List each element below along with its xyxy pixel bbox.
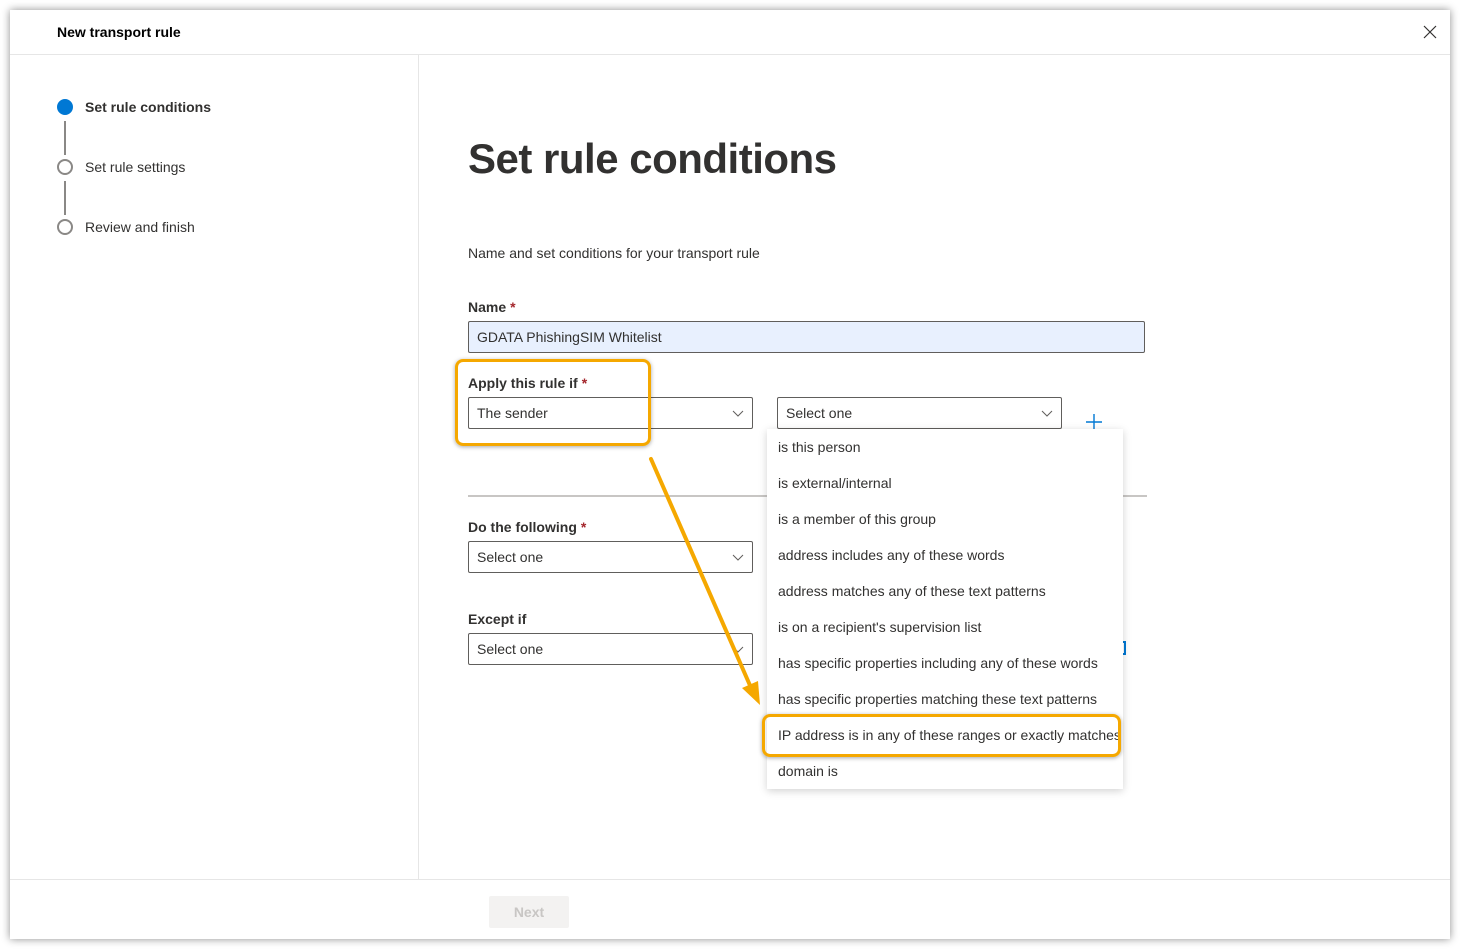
except-if-label-text: Except if <box>468 611 527 627</box>
menu-item[interactable]: is this person <box>767 429 1123 465</box>
menu-item[interactable]: is external/internal <box>767 465 1123 501</box>
close-icon <box>1423 25 1437 39</box>
menu-item[interactable]: is on a recipient's supervision list <box>767 609 1123 645</box>
menu-item[interactable]: address matches any of these text patter… <box>767 573 1123 609</box>
do-following-label: Do the following * <box>468 519 586 535</box>
except-if-dropdown[interactable]: Select one <box>468 633 753 665</box>
menu-item[interactable]: has specific properties matching these t… <box>767 681 1123 717</box>
step-active-icon <box>57 99 73 115</box>
menu-item[interactable]: has specific properties including any of… <box>767 645 1123 681</box>
step-review-and-finish[interactable]: Review and finish <box>57 217 195 237</box>
page-title: Set rule conditions <box>468 135 837 182</box>
required-mark: * <box>581 375 588 391</box>
do-following-label-text: Do the following <box>468 519 577 535</box>
required-mark: * <box>510 299 516 315</box>
dropdown-value: Select one <box>786 405 853 421</box>
new-transport-rule-panel: New transport rule Set rule conditions S… <box>10 10 1450 939</box>
menu-item[interactable]: address includes any of these words <box>767 537 1123 573</box>
step-label: Set rule conditions <box>85 99 212 115</box>
do-following-dropdown[interactable]: Select one <box>468 541 753 573</box>
subcondition-dropdown-menu: is this person is external/internal is a… <box>767 429 1123 789</box>
panel-footer: Next <box>10 879 1450 939</box>
chevron-down-icon <box>732 410 744 417</box>
page-subtitle: Name and set conditions for your transpo… <box>468 245 760 261</box>
apply-rule-label: Apply this rule if * <box>468 375 587 391</box>
step-connector <box>64 121 66 155</box>
apply-rule-condition-dropdown[interactable]: The sender <box>468 397 753 429</box>
step-set-rule-settings[interactable]: Set rule settings <box>57 157 185 177</box>
chevron-down-icon <box>1041 410 1053 417</box>
step-pending-icon <box>57 219 73 235</box>
menu-item[interactable]: domain is <box>767 753 1123 789</box>
name-input[interactable]: GDATA PhishingSIM Whitelist <box>468 321 1145 353</box>
panel-title: New transport rule <box>57 24 181 40</box>
dropdown-value: Select one <box>477 549 544 565</box>
required-mark: * <box>580 519 587 535</box>
apply-rule-label-text: Apply this rule if <box>468 375 578 391</box>
dropdown-value: The sender <box>477 405 548 421</box>
menu-item[interactable]: is a member of this group <box>767 501 1123 537</box>
except-if-label: Except if <box>468 611 526 627</box>
step-label: Review and finish <box>85 219 195 235</box>
step-set-rule-conditions[interactable]: Set rule conditions <box>57 97 211 117</box>
name-label-text: Name <box>468 299 507 315</box>
chevron-down-icon <box>732 554 744 561</box>
step-label: Set rule settings <box>85 159 186 175</box>
step-connector <box>64 181 66 215</box>
step-pending-icon <box>57 159 73 175</box>
name-label: Name * <box>468 299 516 315</box>
wizard-steps: Set rule conditions Set rule settings Re… <box>10 55 419 879</box>
panel-header: New transport rule <box>10 10 1450 55</box>
next-button[interactable]: Next <box>489 896 569 928</box>
apply-rule-subcondition-dropdown[interactable]: Select one <box>777 397 1062 429</box>
close-button[interactable] <box>1422 24 1438 40</box>
dropdown-value: Select one <box>477 641 544 657</box>
chevron-down-icon <box>732 646 744 653</box>
menu-item-ip-address[interactable]: IP address is in any of these ranges or … <box>767 717 1123 753</box>
